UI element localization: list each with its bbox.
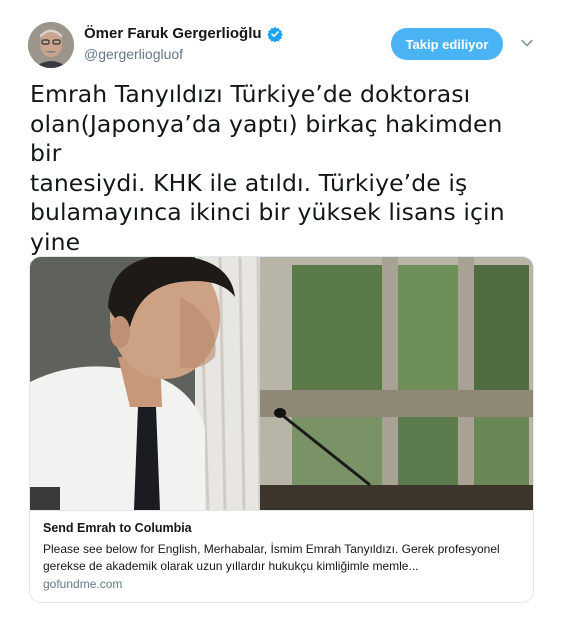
display-name-row[interactable]: Ömer Faruk Gergerlioğlu <box>84 25 283 42</box>
card-photo <box>30 257 533 510</box>
following-button[interactable]: Takip ediliyor <box>391 28 503 60</box>
card-domain: gofundme.com <box>43 577 123 591</box>
display-name[interactable]: Ömer Faruk Gergerlioğlu <box>84 25 262 42</box>
avatar-photo <box>28 22 74 68</box>
card-description: Please see below for English, Merhabalar… <box>43 542 500 573</box>
card-title[interactable]: Send Emrah to Columbia <box>43 521 192 535</box>
link-card[interactable]: Send Emrah to Columbia Please see below … <box>29 256 534 603</box>
avatar[interactable] <box>28 22 74 68</box>
verified-badge-icon <box>266 26 283 42</box>
chevron-down-icon[interactable] <box>518 34 536 52</box>
card-body[interactable]: Send Emrah to Columbia Please see below … <box>30 510 533 602</box>
handle[interactable]: @gergerliogluof <box>84 46 183 62</box>
card-image[interactable] <box>30 257 533 510</box>
